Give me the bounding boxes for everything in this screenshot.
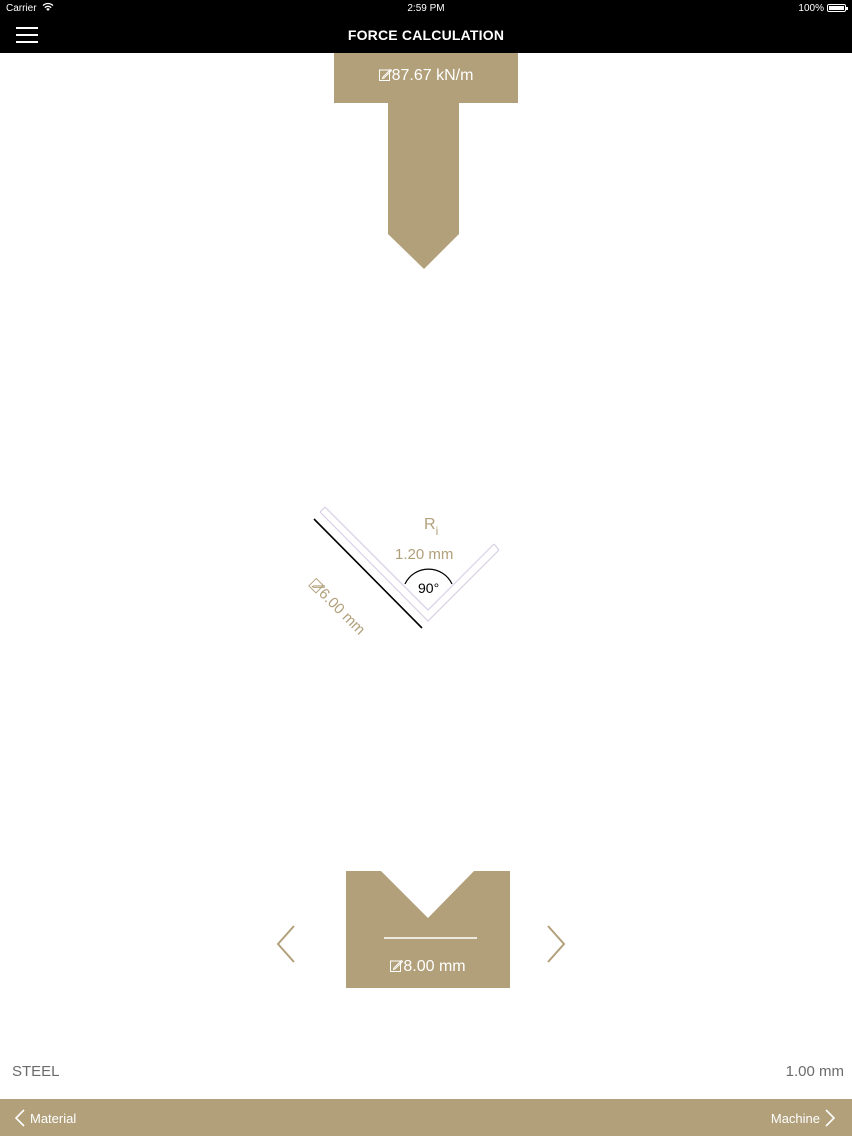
battery-percent: 100% [798,3,824,14]
chevron-right-icon [547,925,566,963]
punch-tool [334,53,518,269]
chevron-left-icon [276,925,295,963]
next-die-button[interactable] [544,924,568,964]
die-width-value[interactable]: 8.00 mm [346,958,510,976]
material-name: STEEL [12,1063,60,1080]
inner-radius-label: Ri [424,516,439,538]
back-to-material-button[interactable]: Material [14,1108,76,1128]
punch-force-text: 87.67 kN/m [391,67,474,84]
edit-icon [390,959,404,972]
punch-force-value[interactable]: 87.67 kN/m [334,67,518,85]
nav-bar: FORCE CALCULATION [0,18,852,53]
die-width-text: 8.00 mm [403,958,466,975]
forward-to-machine-button[interactable]: Machine [771,1108,836,1128]
edit-icon [378,68,392,81]
page-title: FORCE CALCULATION [347,27,505,43]
status-bar: Carrier 2:59 PM 100% [0,0,852,18]
inner-radius-value: 1.20 mm [395,546,454,563]
chevron-left-icon [14,1109,25,1127]
material-thickness: 1.00 mm [785,1063,844,1080]
back-button-label: Material [30,1110,77,1126]
bend-angle-value: 90° [418,580,440,596]
forward-button-label: Machine [770,1110,820,1126]
force-calculation-screen: Carrier 2:59 PM 100% FORCE CALCULATION 8… [0,0,852,1136]
battery-icon [827,4,848,12]
previous-die-button[interactable] [274,924,298,964]
chevron-right-icon [825,1109,836,1127]
status-time: 2:59 PM [407,3,445,14]
bend-diagram [313,506,500,629]
bottom-nav-bar: Material Machine [0,1099,852,1136]
